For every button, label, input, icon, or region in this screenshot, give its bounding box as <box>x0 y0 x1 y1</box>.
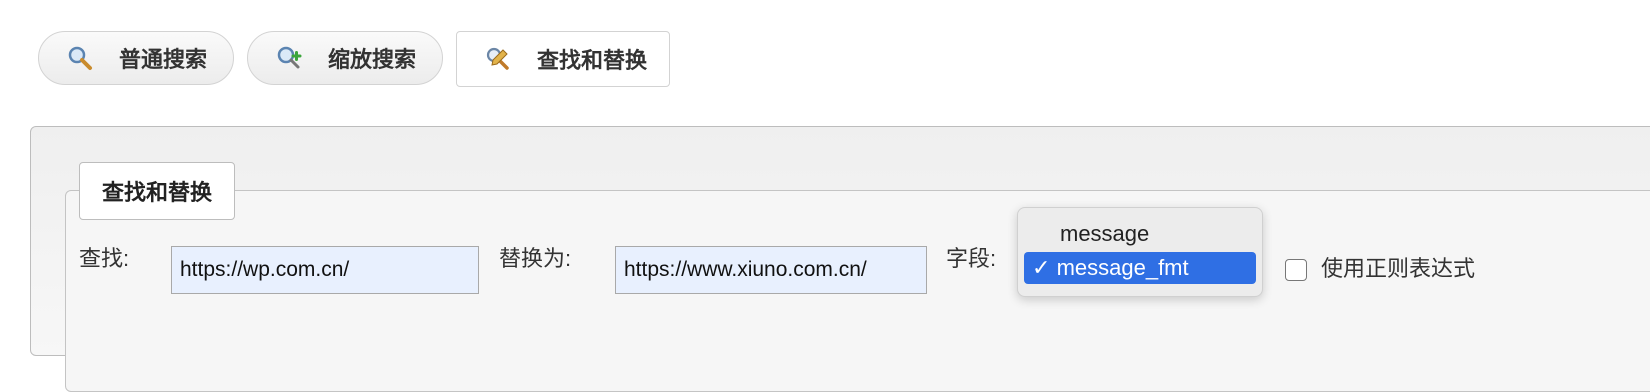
field-dropdown[interactable]: message ✓ message_fmt <box>1017 207 1263 297</box>
checkmark-icon: ✓ <box>1032 255 1051 280</box>
fieldset-legend: 查找和替换 <box>79 162 236 220</box>
tab-zoom-search-label: 缩放搜索 <box>328 47 417 72</box>
field-option-message-fmt-label: message_fmt <box>1056 255 1189 280</box>
field-option-message[interactable]: message <box>1024 218 1256 250</box>
tab-normal-search[interactable]: 普通搜索 <box>38 31 235 85</box>
replace-input[interactable] <box>615 246 927 294</box>
regex-checkbox[interactable] <box>1285 259 1307 281</box>
find-replace-panel: 查找和替换 查找: 替换为: 字段: message ✓ message_fmt… <box>30 126 1650 392</box>
field-option-message-fmt[interactable]: ✓ message_fmt <box>1024 252 1256 284</box>
search-mode-tabs: 普通搜索 缩放搜索 查找和替换 <box>38 31 671 87</box>
regex-label: 使用正则表达式 <box>1321 256 1476 281</box>
find-input[interactable] <box>171 246 479 294</box>
tab-find-replace[interactable]: 查找和替换 <box>456 31 671 87</box>
field-label: 字段: <box>946 246 997 271</box>
tab-find-replace-label: 查找和替换 <box>537 48 648 73</box>
replace-label: 替换为: <box>499 246 572 271</box>
tab-normal-search-label: 普通搜索 <box>119 47 208 72</box>
tab-zoom-search[interactable]: 缩放搜索 <box>247 31 444 85</box>
find-label: 查找: <box>79 246 130 271</box>
magnifier-icon <box>67 45 93 71</box>
zoom-search-icon <box>276 45 302 71</box>
find-replace-icon <box>485 46 511 72</box>
